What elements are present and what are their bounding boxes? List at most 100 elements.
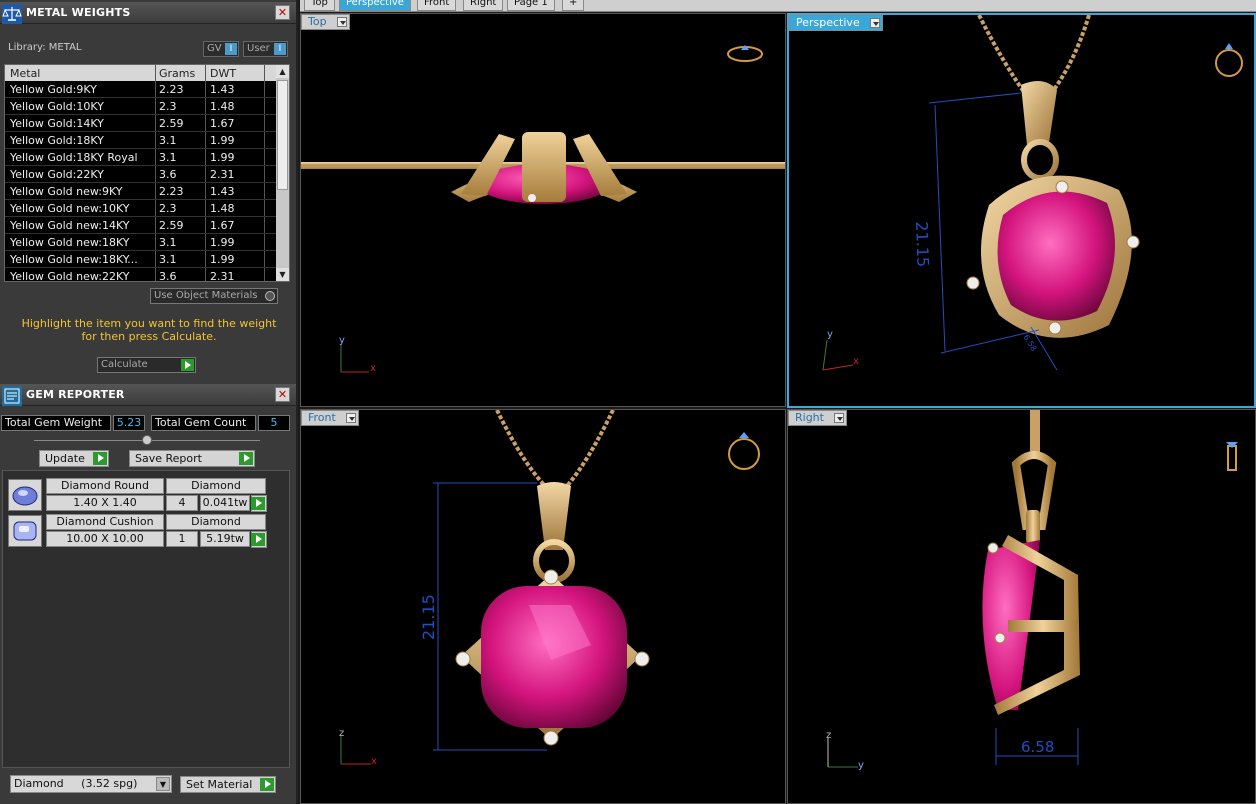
axis-indicator-icon — [340, 736, 371, 765]
axis-label-x: x — [371, 756, 377, 767]
chevron-down-icon[interactable] — [869, 18, 880, 28]
dimension-label: 21.15 — [419, 594, 438, 640]
viewport-label-top[interactable]: Top — [301, 14, 350, 30]
metal-weights-header: METAL WEIGHTS ✕ — [0, 2, 296, 24]
ring-icon — [1215, 43, 1243, 77]
viewport-perspective[interactable]: Perspective 21.15 6.58 y x — [787, 13, 1256, 408]
gem-select-button[interactable] — [251, 531, 267, 548]
viewport-label-right[interactable]: Right — [788, 410, 847, 426]
tab-right[interactable]: Right — [463, 0, 504, 11]
total-gem-weight-value: 5.23 — [113, 415, 145, 431]
cell-metal: Yellow Gold new:22KY — [10, 270, 130, 282]
cell-dwt: 1.48 — [210, 100, 235, 113]
viewport-label-front[interactable]: Front — [301, 410, 359, 426]
column-header-dwt[interactable]: DWT — [210, 67, 236, 80]
table-row[interactable]: Yellow Gold:18KY Royal 3.1 1.99 — [5, 149, 277, 166]
viewport-tab-bar: Top Perspective Front Right Page 1 + — [300, 0, 1256, 12]
play-arrow-icon — [93, 452, 107, 465]
scroll-up-arrow-icon[interactable]: ▲ — [276, 65, 289, 78]
update-button[interactable]: Update — [39, 450, 109, 467]
table-row[interactable]: Yellow Gold:10KY 2.3 1.48 — [5, 98, 277, 115]
scroll-down-arrow-icon[interactable]: ▼ — [276, 268, 289, 281]
axis-label-y: y — [858, 760, 864, 771]
use-object-materials-button[interactable]: Use Object Materials — [150, 288, 278, 304]
table-row[interactable]: Yellow Gold:14KY 2.59 1.67 — [5, 115, 277, 132]
gem-select-button[interactable] — [251, 495, 267, 512]
gem-size: 10.00 X 10.00 — [46, 531, 164, 547]
left-panel: METAL WEIGHTS ✕ Library: METAL GV I User… — [0, 0, 298, 804]
table-row[interactable]: Yellow Gold:22KY 3.6 2.31 — [5, 166, 277, 183]
gem-name: Diamond Round — [46, 478, 164, 494]
dimension-label: 21.15 — [912, 221, 933, 268]
cell-grams: 2.3 — [159, 202, 177, 215]
cell-dwt: 1.67 — [210, 219, 235, 232]
total-gem-count-label: Total Gem Count — [151, 415, 256, 431]
viewport-front[interactable]: Front 21.15 z x — [300, 409, 786, 804]
tab-perspective[interactable]: Perspective — [339, 0, 411, 11]
table-row[interactable]: Yellow Gold new:14KY 2.59 1.67 — [5, 217, 277, 234]
top-view-render — [301, 45, 785, 373]
chevron-down-icon[interactable]: ▼ — [156, 777, 170, 791]
table-row[interactable]: Yellow Gold:18KY 3.1 1.99 — [5, 132, 277, 149]
gem-material: Diamond — [166, 514, 266, 530]
table-row[interactable]: Yellow Gold:9KY 2.23 1.43 — [5, 81, 277, 98]
set-material-label: Set Material — [186, 778, 253, 791]
cell-metal: Yellow Gold:22KY — [10, 168, 104, 181]
axis-indicator-icon — [340, 344, 369, 373]
metal-table-scrollbar[interactable]: ▲ ▼ — [276, 65, 289, 281]
gem-reporter-title: GEM REPORTER — [26, 388, 125, 401]
scroll-thumb[interactable] — [277, 80, 288, 190]
table-row[interactable]: Yellow Gold new:18KY 3.1 1.99 — [5, 234, 277, 251]
user-toggle[interactable]: User I — [243, 41, 288, 57]
column-header-grams[interactable]: Grams — [159, 67, 195, 80]
column-header-metal[interactable]: Metal — [10, 67, 40, 80]
chevron-down-icon[interactable] — [345, 413, 356, 423]
chevron-down-icon[interactable] — [336, 17, 347, 27]
material-select[interactable]: Diamond (3.52 spg) ▼ — [10, 775, 172, 793]
report-icon — [2, 386, 22, 406]
viewport-label-perspective[interactable]: Perspective — [789, 15, 883, 31]
cell-metal: Yellow Gold new:10KY — [10, 202, 130, 215]
cell-dwt: 2.31 — [210, 168, 235, 181]
cell-metal: Yellow Gold new:18KY — [10, 236, 130, 249]
cushion-diamond-icon — [8, 515, 42, 547]
gem-reporter-header: GEM REPORTER ✕ — [0, 384, 296, 406]
gem-list: Diamond Round Diamond 1.40 X 1.40 4 0.04… — [2, 470, 290, 768]
play-arrow-icon — [181, 359, 194, 371]
play-arrow-icon — [251, 533, 265, 546]
table-row[interactable]: Yellow Gold new:9KY 2.23 1.43 — [5, 183, 277, 200]
tab-top[interactable]: Top — [304, 0, 335, 11]
axis-label-x: x — [370, 363, 376, 374]
viewport-right[interactable]: Right 6.58 z y — [787, 409, 1256, 804]
add-tab-button[interactable]: + — [562, 0, 585, 11]
tab-page-1[interactable]: Page 1 — [507, 0, 555, 11]
table-row[interactable]: Yellow Gold new:18KY... 3.1 1.99 — [5, 251, 277, 268]
scale-icon — [2, 4, 22, 24]
total-gem-weight-label: Total Gem Weight — [1, 415, 111, 431]
viewport-top[interactable]: Top y x — [300, 13, 786, 407]
gem-reporter-close-button[interactable]: ✕ — [275, 387, 290, 402]
table-row[interactable]: Yellow Gold new:22KY 3.6 2.31 — [5, 268, 277, 282]
chevron-down-icon[interactable] — [833, 413, 844, 423]
cell-metal: Yellow Gold:18KY — [10, 134, 104, 147]
hint-line-1: Highlight the item you want to find the … — [21, 317, 277, 330]
tab-front[interactable]: Front — [417, 0, 457, 11]
save-report-button[interactable]: Save Report — [129, 450, 255, 467]
library-label: Library: METAL — [8, 42, 82, 53]
cell-grams: 3.1 — [159, 134, 177, 147]
calculate-label: Calculate — [101, 359, 148, 370]
gem-name: Diamond Cushion — [46, 514, 164, 530]
gv-toggle[interactable]: GV I — [203, 41, 239, 57]
calculate-button[interactable]: Calculate — [97, 357, 196, 373]
set-material-button[interactable]: Set Material — [180, 776, 276, 793]
cell-dwt: 2.31 — [210, 270, 235, 282]
viewport-label-perspective-text: Perspective — [796, 16, 860, 29]
cell-grams: 2.3 — [159, 100, 177, 113]
gem-row[interactable]: Diamond Round Diamond 1.40 X 1.40 4 0.04… — [6, 477, 268, 513]
cell-dwt: 1.43 — [210, 185, 235, 198]
splitter-handle[interactable] — [142, 435, 152, 445]
metal-weights-close-button[interactable]: ✕ — [275, 5, 290, 20]
gem-row[interactable]: Diamond Cushion Diamond 10.00 X 10.00 1 … — [6, 513, 268, 549]
cell-metal: Yellow Gold:18KY Royal — [10, 151, 138, 164]
table-row[interactable]: Yellow Gold new:10KY 2.3 1.48 — [5, 200, 277, 217]
